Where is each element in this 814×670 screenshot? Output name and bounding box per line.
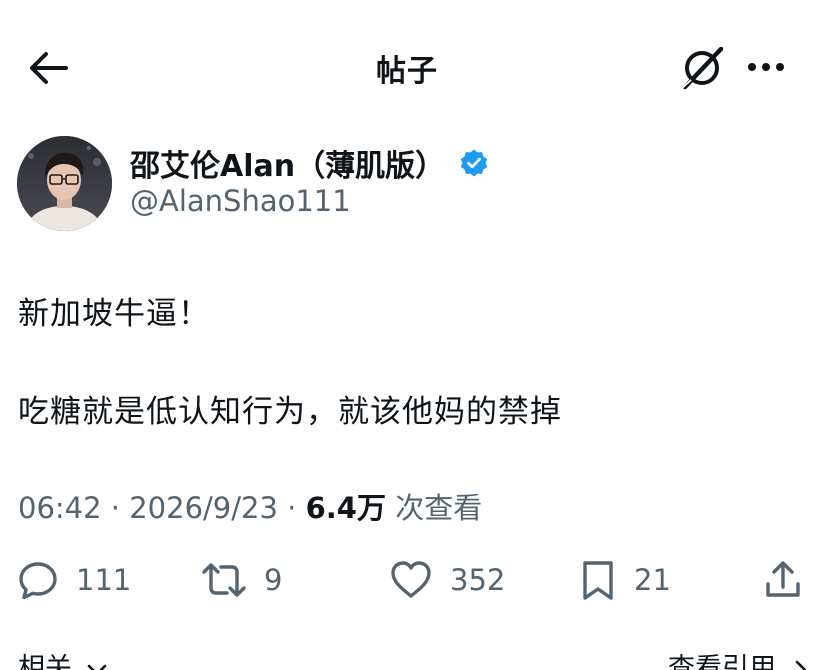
- reply-icon: [19, 562, 57, 600]
- meta-separator-2: ·: [277, 491, 306, 525]
- repost-button[interactable]: 9: [200, 552, 282, 608]
- arrow-left-icon: [30, 52, 68, 84]
- view-quotes-link[interactable]: 查看引用: [668, 646, 811, 670]
- related-toggle[interactable]: 相关: [18, 646, 109, 670]
- related-label: 相关: [18, 653, 72, 670]
- share-icon: [766, 561, 800, 597]
- author-name-row[interactable]: 邵艾伦Alan（薄肌版）: [130, 142, 489, 184]
- like-button[interactable]: 352: [388, 552, 505, 608]
- view-quotes-label: 查看引用: [668, 653, 776, 670]
- like-count: 352: [450, 563, 506, 597]
- action-bar: 111 9 352 21: [0, 552, 814, 608]
- grok-button[interactable]: [678, 44, 726, 92]
- repost-icon: [202, 563, 246, 597]
- heart-icon: [391, 561, 431, 598]
- more-dots-icon: [748, 63, 784, 71]
- author-handle[interactable]: @AlanShao111: [130, 184, 351, 218]
- top-bar: 帖子: [0, 0, 814, 130]
- post-text-line-2: 吃糖就是低认知行为，就该他妈的禁掉: [18, 394, 562, 430]
- avatar[interactable]: [17, 136, 112, 231]
- bookmark-button[interactable]: 21: [578, 552, 671, 608]
- back-button[interactable]: [26, 48, 70, 88]
- post-detail-page: 帖子 邵艾伦Alan（薄肌版） @AlanShao111 新加坡牛逼！ 吃糖就是…: [0, 0, 814, 670]
- views-label: 次查看: [395, 491, 483, 525]
- post-time[interactable]: 06:42: [18, 491, 102, 525]
- post-meta: 06:42 · 2026/9/23 · 6.4万 次查看: [18, 485, 482, 527]
- reply-count: 111: [76, 563, 132, 597]
- verified-badge-icon: [460, 149, 488, 177]
- chevron-right-icon: [795, 660, 806, 670]
- author-name[interactable]: 邵艾伦Alan（薄肌版）: [130, 141, 445, 185]
- more-button[interactable]: [744, 52, 788, 82]
- chevron-down-icon: [87, 664, 106, 670]
- post-date[interactable]: 2026/9/23: [129, 491, 278, 525]
- share-button[interactable]: [762, 552, 804, 608]
- reply-button[interactable]: 111: [16, 552, 131, 608]
- repost-count: 9: [264, 563, 283, 597]
- meta-separator: ·: [101, 491, 130, 525]
- bookmark-icon: [583, 561, 613, 600]
- views-count: 6.4万: [305, 491, 386, 525]
- post-text-line-1: 新加坡牛逼！: [18, 296, 210, 332]
- bookmark-count: 21: [634, 563, 671, 597]
- avatar-image: [17, 136, 112, 231]
- grok-icon: [681, 46, 724, 90]
